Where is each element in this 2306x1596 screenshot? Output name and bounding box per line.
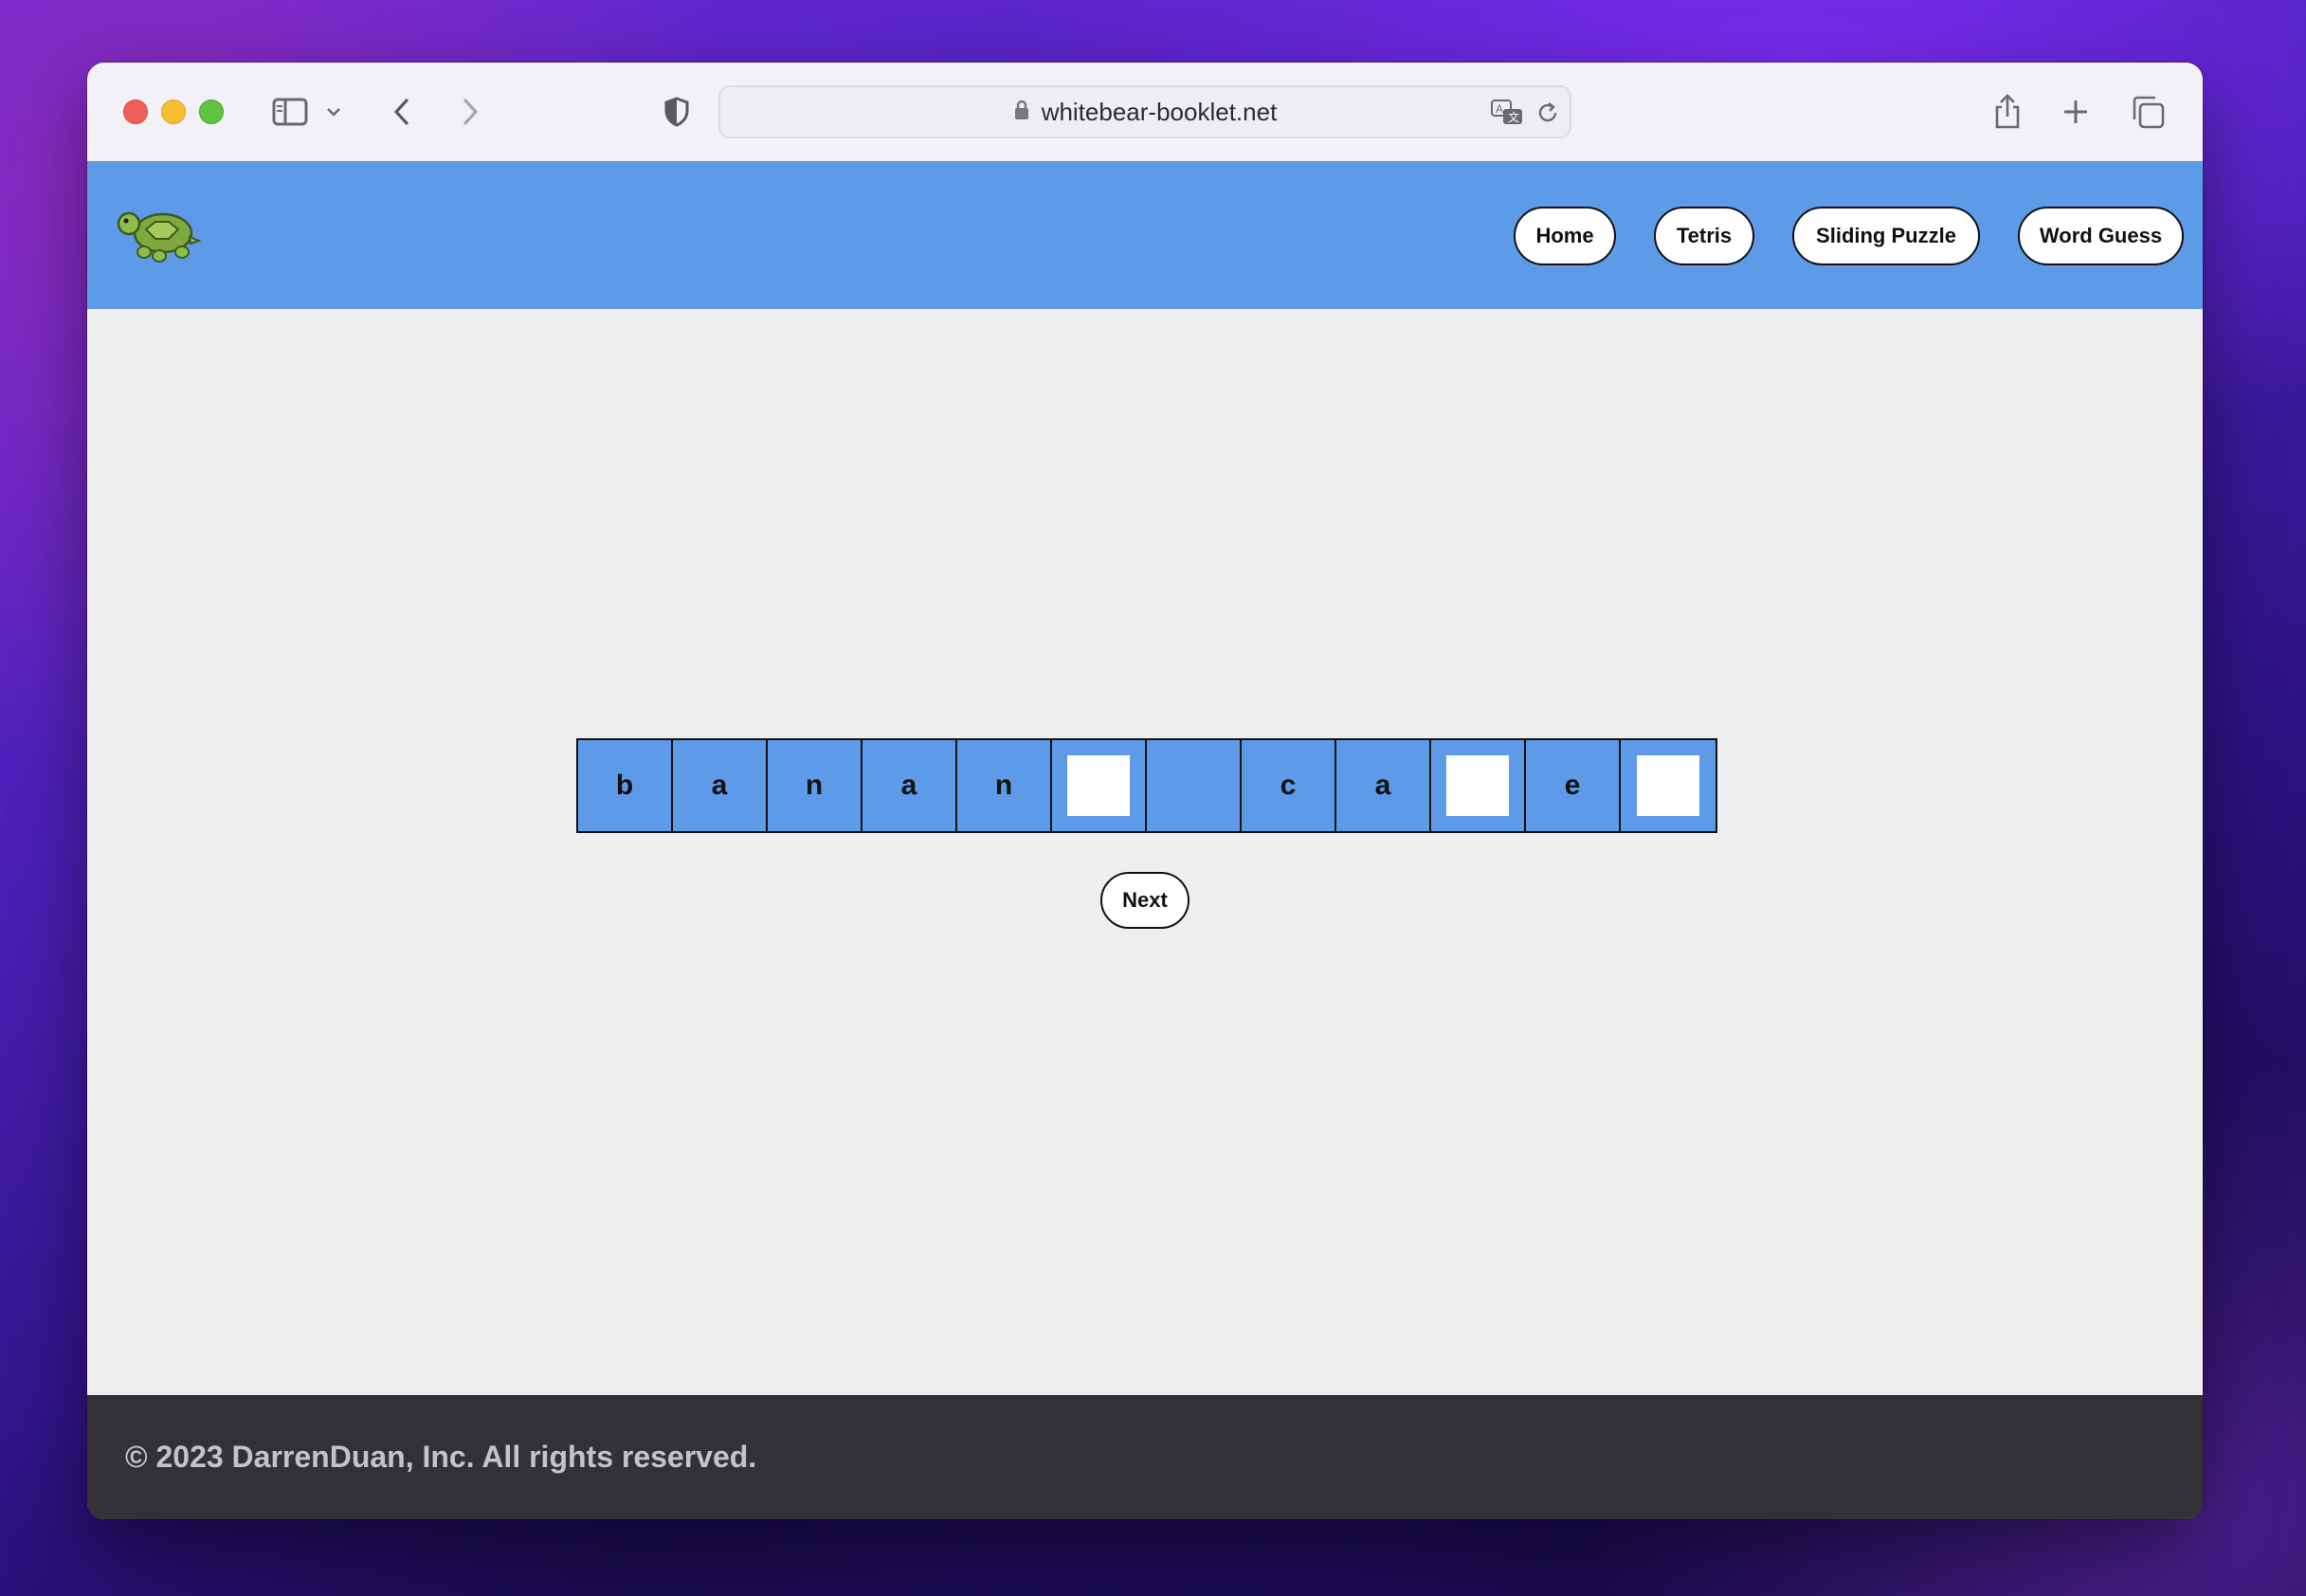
tile-letter: b: [615, 770, 634, 801]
address-bar[interactable]: whitebear-booklet.net A文: [718, 85, 1571, 138]
share-icon[interactable]: [1987, 91, 2028, 133]
minimize-window-button[interactable]: [161, 100, 186, 124]
plus-icon[interactable]: [2057, 93, 2095, 131]
tile-letter: n: [994, 770, 1013, 801]
site-footer: © 2023 DarrenDuan, Inc. All rights reser…: [87, 1395, 2203, 1519]
letter-tile: n: [957, 740, 1052, 831]
game-area: b a n a n c a e Next: [87, 309, 2203, 1395]
tabs-overview-icon[interactable]: [2127, 91, 2169, 133]
copyright-text: © 2023 DarrenDuan, Inc. All rights reser…: [125, 1440, 757, 1474]
turtle-logo[interactable]: [116, 201, 202, 263]
letter-tile: a: [1336, 740, 1431, 831]
chevron-left-icon[interactable]: [383, 93, 421, 131]
shield-icon[interactable]: [658, 93, 696, 131]
tile-letter: n: [805, 770, 824, 801]
tile-letter: e: [1564, 770, 1581, 801]
word-tiles: banancae: [576, 738, 1717, 833]
tile-letter: a: [711, 770, 728, 801]
nav-sliding-puzzle-button[interactable]: Sliding Puzzle: [1792, 207, 1980, 265]
letter-tile: e: [1526, 740, 1621, 831]
next-button[interactable]: Next: [1100, 872, 1189, 929]
letter-tile[interactable]: [1052, 740, 1147, 831]
svg-text:A: A: [1496, 102, 1503, 116]
lock-icon: [1013, 98, 1030, 127]
letter-tile[interactable]: [1431, 740, 1526, 831]
translate-icon[interactable]: A文: [1490, 99, 1524, 132]
browser-toolbar: whitebear-booklet.net A文: [87, 63, 2203, 162]
space-tile: [1147, 740, 1242, 831]
nav-home-button[interactable]: Home: [1514, 207, 1616, 265]
blank-letter-slot[interactable]: [1446, 755, 1509, 816]
sidebar-icon[interactable]: [271, 93, 309, 131]
letter-tile: a: [862, 740, 957, 831]
chevron-down-icon[interactable]: [322, 99, 345, 125]
letter-tile[interactable]: [1621, 740, 1716, 831]
blank-letter-slot[interactable]: [1637, 755, 1699, 816]
chevron-right-icon[interactable]: [451, 93, 489, 131]
tile-letter: a: [900, 770, 917, 801]
svg-text:文: 文: [1508, 110, 1519, 124]
url-text: whitebear-booklet.net: [1041, 97, 1278, 126]
site-header: Home Tetris Sliding Puzzle Word Guess: [87, 161, 2203, 309]
zoom-window-button[interactable]: [199, 100, 224, 124]
blank-letter-slot[interactable]: [1067, 755, 1130, 816]
nav-word-guess-button[interactable]: Word Guess: [2018, 207, 2184, 265]
close-window-button[interactable]: [123, 100, 148, 124]
reload-icon[interactable]: [1535, 100, 1560, 130]
letter-tile: n: [768, 740, 862, 831]
letter-tile: a: [673, 740, 768, 831]
tile-letter: c: [1280, 770, 1297, 801]
browser-window: whitebear-booklet.net A文 Home Tetris Sli…: [87, 63, 2203, 1519]
letter-tile: b: [578, 740, 673, 831]
nav-tetris-button[interactable]: Tetris: [1654, 207, 1754, 265]
tile-letter: a: [1374, 770, 1391, 801]
letter-tile: c: [1242, 740, 1336, 831]
